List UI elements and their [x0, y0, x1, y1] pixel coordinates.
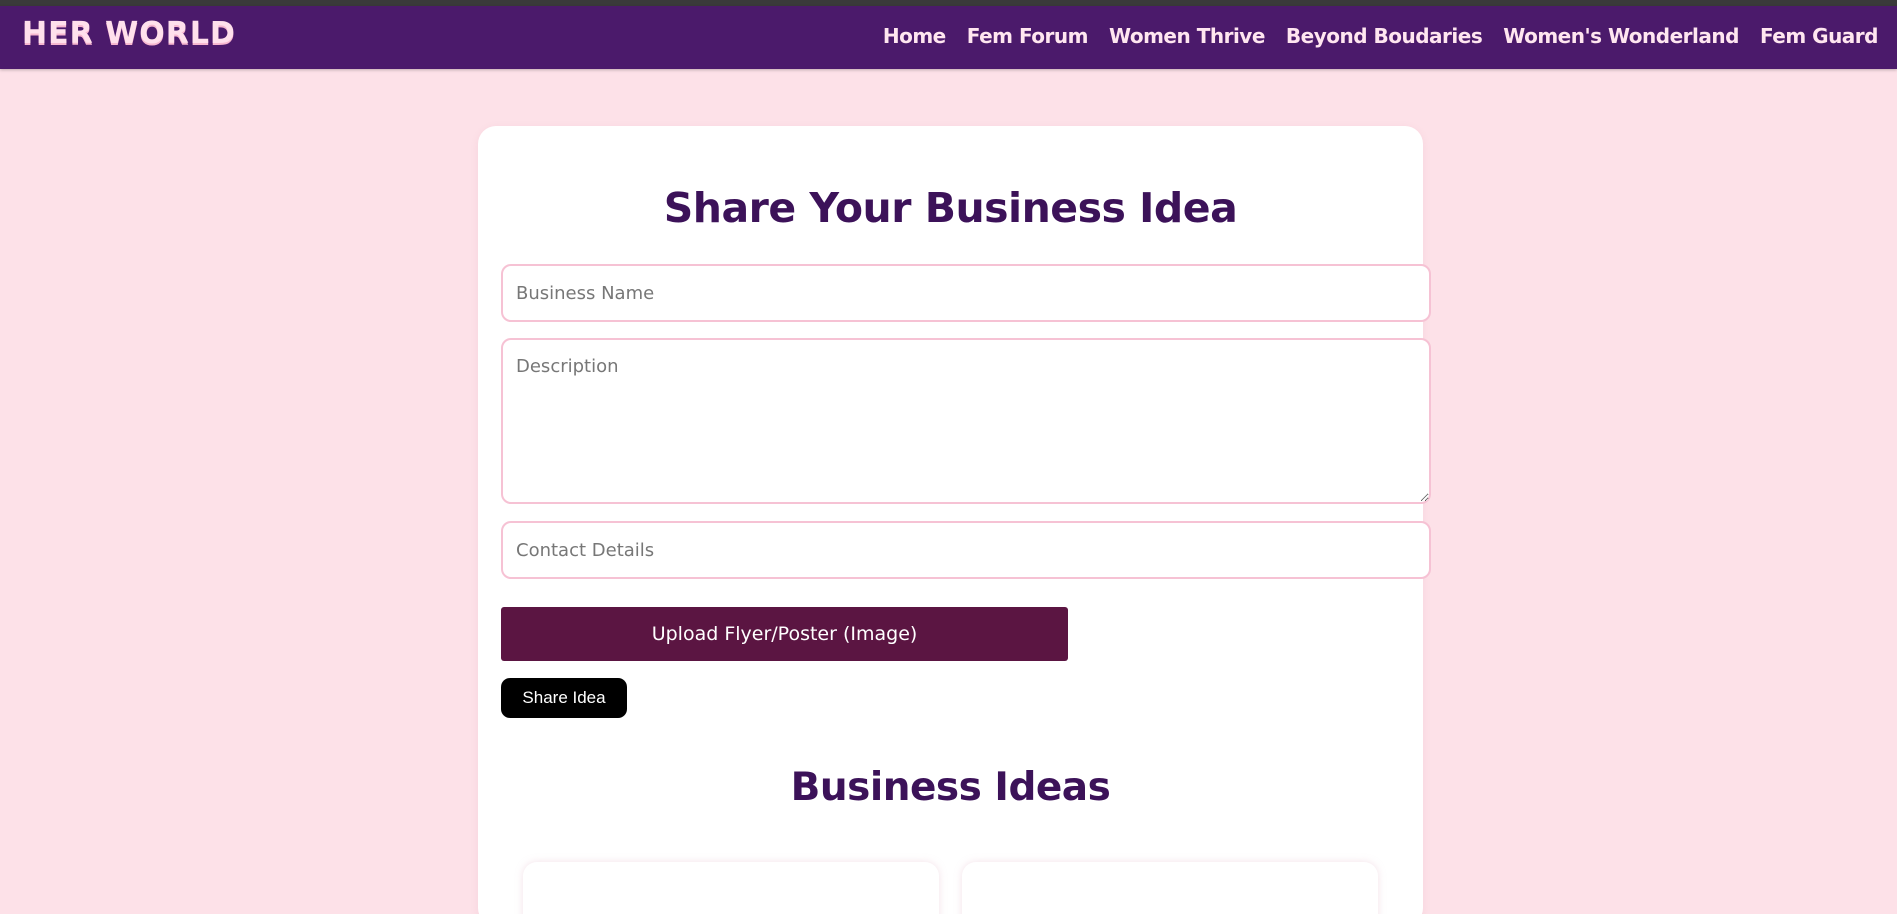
nav-link-women-thrive[interactable]: Women Thrive — [1109, 24, 1265, 48]
business-name-input[interactable] — [501, 264, 1431, 322]
navbar: HER WORLD Home Fem Forum Women Thrive Be… — [0, 6, 1897, 69]
nav-link-beyond-boundaries[interactable]: Beyond Boudaries — [1286, 24, 1483, 48]
business-ideas-heading: Business Ideas — [790, 765, 1111, 810]
nav-link-home[interactable]: Home — [883, 24, 946, 48]
site-logo[interactable]: HER WORLD — [22, 19, 236, 49]
share-idea-button[interactable]: Share Idea — [501, 678, 627, 718]
description-textarea[interactable] — [501, 338, 1431, 504]
nav-links: Home Fem Forum Women Thrive Beyond Bouda… — [883, 24, 1879, 48]
upload-flyer-button[interactable]: Upload Flyer/Poster (Image) — [501, 607, 1068, 661]
nav-link-fem-guard[interactable]: Fem Guard — [1760, 24, 1879, 48]
idea-card[interactable] — [523, 862, 939, 914]
form-title: Share Your Business Idea — [663, 184, 1238, 232]
contact-details-input[interactable] — [501, 521, 1431, 579]
idea-card[interactable] — [962, 862, 1378, 914]
nav-link-fem-forum[interactable]: Fem Forum — [967, 24, 1089, 48]
nav-link-womens-wonderland[interactable]: Women's Wonderland — [1503, 24, 1739, 48]
